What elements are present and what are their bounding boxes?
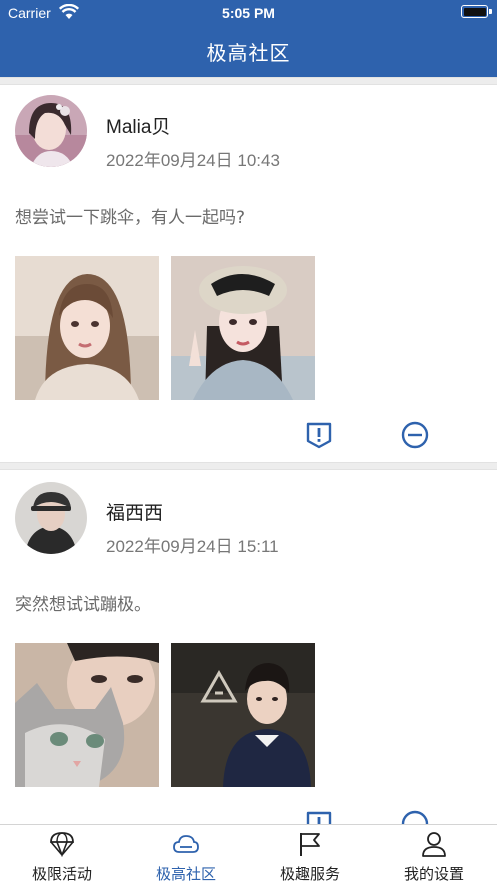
post-photo[interactable] (171, 643, 315, 787)
status-bar: Carrier 5:05 PM (0, 0, 497, 26)
post-card[interactable]: Malia贝 2022年09月24日 10:43 想尝试一下跳伞，有人一起吗? (0, 85, 497, 462)
tab-label: 极趣服务 (279, 865, 340, 883)
navigation-header: Carrier 5:05 PM 极高社区 (0, 0, 497, 77)
post-text: 想尝试一下跳伞，有人一起吗? (15, 208, 246, 228)
tab-label: 极限活动 (31, 865, 92, 883)
feed-separator (0, 77, 497, 85)
post-text: 突然想试试蹦极。 (15, 595, 151, 615)
battery-nub (489, 9, 492, 14)
post-photo[interactable] (15, 643, 159, 787)
post-username[interactable]: 福西西 (106, 498, 163, 525)
post-photo[interactable] (15, 256, 159, 400)
flag-icon (300, 833, 320, 856)
page-title: 极高社区 (206, 41, 291, 65)
block-icon[interactable] (401, 810, 429, 824)
report-icon[interactable] (305, 810, 333, 824)
post-timestamp: 2022年09月24日 15:11 (106, 537, 279, 556)
tab-fun-services[interactable]: 极趣服务 (248, 825, 372, 883)
user-avatar[interactable] (15, 95, 87, 167)
battery-icon (461, 5, 488, 18)
parachute-icon (50, 832, 74, 857)
tab-label: 极高社区 (155, 865, 216, 883)
block-icon[interactable] (401, 421, 429, 449)
tab-extreme-activities[interactable]: 极限活动 (0, 825, 124, 883)
user-avatar[interactable] (15, 482, 87, 554)
report-icon[interactable] (305, 421, 333, 449)
person-icon (422, 832, 446, 857)
feed-separator (0, 462, 497, 470)
tab-community[interactable]: 极高社区 (124, 825, 248, 883)
status-time: 5:05 PM (222, 5, 275, 21)
post-card[interactable]: 福西西 2022年09月24日 15:11 突然想试试蹦极。 (0, 470, 497, 824)
tab-my-settings[interactable]: 我的设置 (372, 825, 496, 883)
post-photo[interactable] (171, 256, 315, 400)
tab-bar: 极限活动 极高社区 极趣服务 我的设置 (0, 824, 497, 883)
cloud-icon (173, 835, 199, 853)
post-username[interactable]: Malia贝 (106, 112, 170, 139)
tab-label: 我的设置 (403, 865, 464, 883)
post-timestamp: 2022年09月24日 10:43 (106, 151, 280, 170)
